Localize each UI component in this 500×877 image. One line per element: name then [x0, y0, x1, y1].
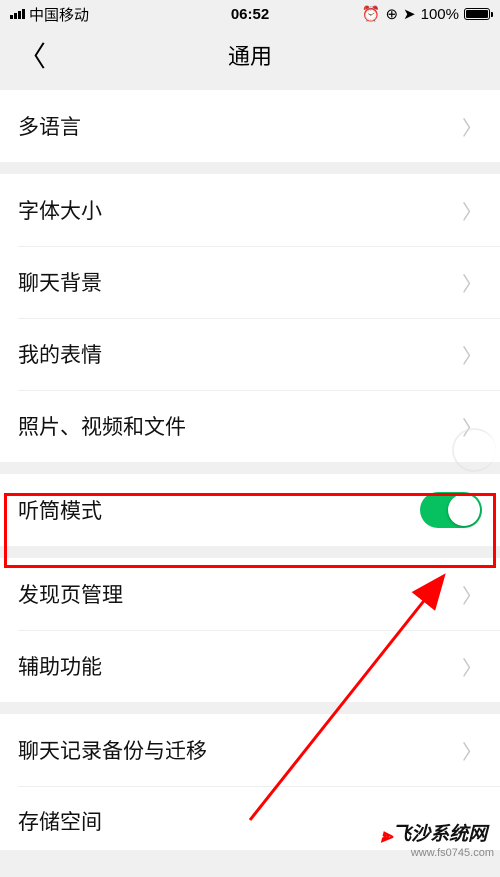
status-right: ⏰ ⊕ ➤ 100% — [362, 5, 490, 23]
row-multilang[interactable]: 多语言 〉 — [0, 90, 500, 162]
alarm-icon: ⏰ — [362, 5, 381, 23]
row-label: 多语言 — [18, 111, 81, 141]
watermark-name: 飞沙系统网 — [392, 825, 487, 846]
row-media[interactable]: 照片、视频和文件 〉 — [0, 390, 500, 462]
settings-group-2: 字体大小 〉 聊天背景 〉 我的表情 〉 照片、视频和文件 〉 — [0, 174, 500, 462]
row-stickers[interactable]: 我的表情 〉 — [0, 318, 500, 390]
signal-icon — [10, 9, 25, 19]
carrier-label: 中国移动 — [29, 4, 89, 25]
battery-pct: 100% — [421, 6, 459, 23]
chevron-right-icon: 〉 — [462, 652, 482, 681]
chevron-right-icon: 〉 — [462, 196, 482, 225]
chevron-right-icon: 〉 — [462, 268, 482, 297]
row-label: 照片、视频和文件 — [18, 411, 186, 441]
chevron-right-icon: 〉 — [462, 736, 482, 765]
row-accessibility[interactable]: 辅助功能 〉 — [0, 630, 500, 702]
row-earpiece[interactable]: 听筒模式 — [0, 474, 500, 546]
toggle-knob — [448, 494, 480, 526]
status-left: 中国移动 — [10, 4, 89, 25]
row-chatbg[interactable]: 聊天背景 〉 — [0, 246, 500, 318]
watermark-arrow-icon: ⫸ — [381, 825, 390, 847]
row-label: 聊天背景 — [18, 267, 102, 297]
row-label: 字体大小 — [18, 195, 102, 225]
row-label: 存储空间 — [18, 806, 102, 836]
decorative-circle — [452, 428, 496, 472]
location-icon: ➤ — [403, 5, 416, 23]
chevron-right-icon: 〉 — [462, 340, 482, 369]
page-title: 通用 — [228, 39, 272, 71]
orientation-lock-icon: ⊕ — [385, 5, 398, 23]
row-label: 发现页管理 — [18, 579, 123, 609]
settings-group-1: 多语言 〉 — [0, 90, 500, 162]
row-label: 辅助功能 — [18, 651, 102, 681]
back-button[interactable]: 〈 — [18, 35, 46, 75]
watermark-url: www.fs0745.com — [411, 847, 494, 859]
settings-group-3: 听筒模式 — [0, 474, 500, 546]
settings-group-4: 发现页管理 〉 辅助功能 〉 — [0, 558, 500, 702]
row-fontsize[interactable]: 字体大小 〉 — [0, 174, 500, 246]
status-time: 06:52 — [231, 6, 269, 23]
chevron-right-icon: 〉 — [462, 580, 482, 609]
row-label: 听筒模式 — [18, 495, 102, 525]
watermark: ⫸ 飞沙系统网 www.fs0745.com — [381, 825, 494, 859]
row-backup[interactable]: 聊天记录备份与迁移 〉 — [0, 714, 500, 786]
row-label: 我的表情 — [18, 339, 102, 369]
chevron-right-icon: 〉 — [462, 112, 482, 141]
row-label: 聊天记录备份与迁移 — [18, 735, 207, 765]
earpiece-toggle[interactable] — [420, 492, 482, 528]
status-bar: 中国移动 06:52 ⏰ ⊕ ➤ 100% — [0, 0, 500, 26]
battery-icon — [464, 8, 490, 20]
nav-header: 〈 通用 — [0, 26, 500, 84]
row-discover[interactable]: 发现页管理 〉 — [0, 558, 500, 630]
